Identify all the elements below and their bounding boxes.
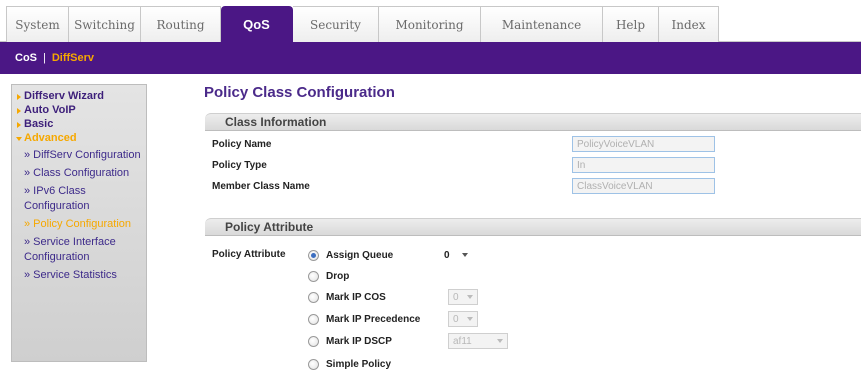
chevron-down-icon <box>467 295 473 299</box>
policy-type-field: In <box>572 157 715 173</box>
drop-label: Drop <box>326 271 350 282</box>
mark-ip-precedence-label: Mark IP Precedence <box>326 314 421 325</box>
nav-class-configuration[interactable]: » Class Configuration <box>16 166 146 181</box>
tab-monitoring[interactable]: Monitoring <box>379 6 481 42</box>
mark-ip-precedence-value: 0 <box>453 313 459 325</box>
tab-help[interactable]: Help <box>603 6 659 42</box>
nav-ipv6-class-configuration[interactable]: » IPv6 Class Configuration <box>16 184 146 214</box>
chevron-down-icon <box>497 339 503 343</box>
tab-qos[interactable]: QoS <box>221 6 293 42</box>
subnav-separator: | <box>43 52 46 64</box>
subnav-cos-link[interactable]: CoS <box>15 52 37 64</box>
mark-ip-dscp-select: af11 <box>448 333 508 349</box>
top-nav: System Switching Routing QoS Security Mo… <box>0 0 861 42</box>
nav-basic[interactable]: Basic <box>16 118 146 131</box>
tab-system[interactable]: System <box>6 6 69 42</box>
tab-maintenance[interactable]: Maintenance <box>481 6 603 42</box>
tab-index[interactable]: Index <box>659 6 719 42</box>
nav-advanced[interactable]: Advanced <box>16 132 146 145</box>
nav-diffserv-configuration[interactable]: » DiffServ Configuration <box>16 148 146 163</box>
nav-auto-voip[interactable]: Auto VoIP <box>16 104 146 117</box>
mark-ip-cos-select: 0 <box>448 289 478 305</box>
subnav-diffserv-link[interactable]: DiffServ <box>52 52 94 64</box>
tab-switching[interactable]: Switching <box>69 6 141 42</box>
mark-ip-precedence-radio[interactable] <box>308 314 319 325</box>
assign-queue-value: 0 <box>444 249 450 261</box>
simple-policy-label: Simple Policy <box>326 359 392 370</box>
tab-routing[interactable]: Routing <box>141 6 221 42</box>
policy-attribute-header: Policy Attribute <box>205 218 861 236</box>
mark-ip-dscp-radio[interactable] <box>308 336 319 347</box>
nav-policy-configuration[interactable]: » Policy Configuration <box>16 217 146 232</box>
chevron-down-icon <box>467 317 473 321</box>
policy-attribute-label: Policy Attribute <box>212 249 286 260</box>
sub-nav: CoS | DiffServ <box>0 42 861 74</box>
policy-type-label: Policy Type <box>212 160 267 171</box>
mark-ip-cos-label: Mark IP COS <box>326 292 386 303</box>
mark-ip-dscp-label: Mark IP DSCP <box>326 336 392 347</box>
drop-radio[interactable] <box>308 271 319 282</box>
page-title: Policy Class Configuration <box>204 84 395 101</box>
policy-name-label: Policy Name <box>212 139 272 150</box>
tab-security[interactable]: Security <box>293 6 379 42</box>
class-information-header: Class Information <box>205 113 861 131</box>
mark-ip-cos-radio[interactable] <box>308 292 319 303</box>
nav-diffserv-wizard[interactable]: Diffserv Wizard <box>16 90 146 103</box>
assign-queue-radio[interactable] <box>308 250 319 261</box>
policy-name-field: PolicyVoiceVLAN <box>572 136 715 152</box>
assign-queue-label: Assign Queue <box>326 250 394 261</box>
left-nav: Diffserv Wizard Auto VoIP Basic Advanced… <box>11 84 147 362</box>
assign-queue-select[interactable]: 0 <box>440 247 472 263</box>
nav-service-statistics[interactable]: » Service Statistics <box>16 268 146 283</box>
nav-service-interface-configuration[interactable]: » Service Interface Configuration <box>16 235 146 265</box>
member-class-name-field: ClassVoiceVLAN <box>572 178 715 194</box>
mark-ip-precedence-select: 0 <box>448 311 478 327</box>
chevron-down-icon <box>462 253 468 257</box>
simple-policy-radio[interactable] <box>308 359 319 370</box>
member-class-name-label: Member Class Name <box>212 181 310 192</box>
mark-ip-dscp-value: af11 <box>453 335 472 347</box>
mark-ip-cos-value: 0 <box>453 291 459 303</box>
